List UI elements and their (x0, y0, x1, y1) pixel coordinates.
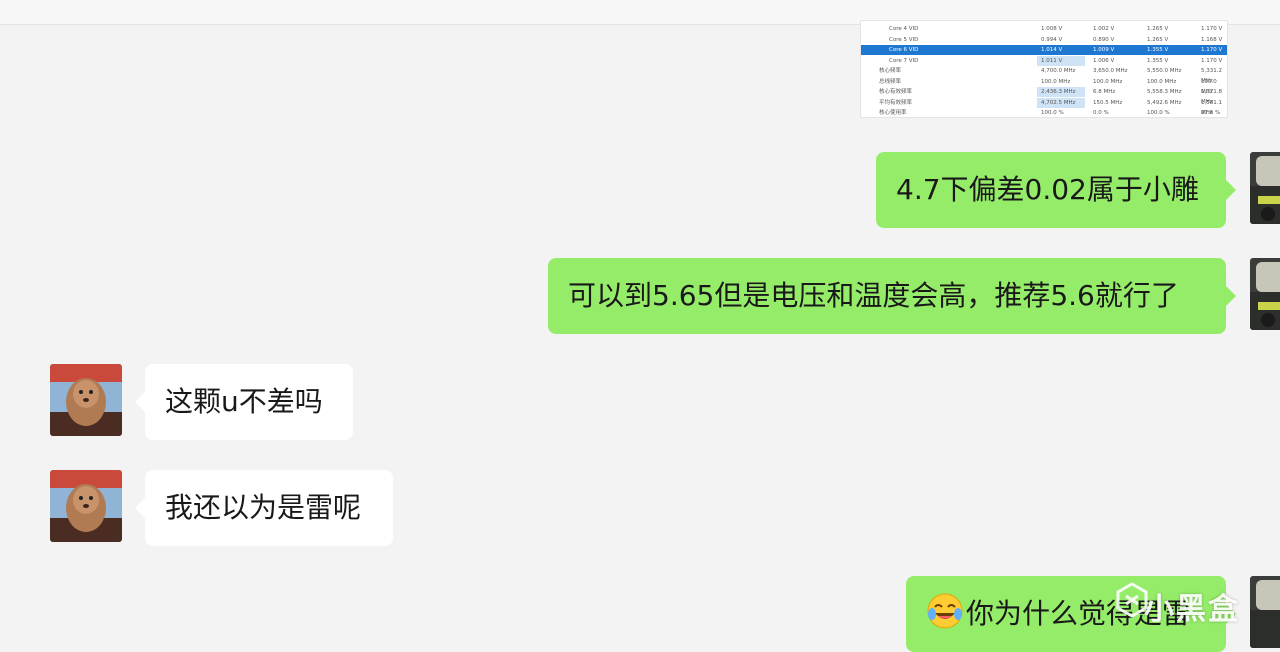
sensor-name: Core 6 VID (889, 47, 919, 53)
sensor-value: 1.002 V (1093, 26, 1115, 32)
sensor-value: 1.265 V (1147, 36, 1169, 43)
sensor-value: 0.890 V (1093, 36, 1115, 43)
sensor-row[interactable]: 总线频率 100.0 MHz 100.0 MHz 100.0 MHz 100.0 MHz (861, 77, 1227, 95)
sensor-value: 4,700.0 MHz (1041, 68, 1076, 74)
contact-avatar[interactable] (50, 364, 122, 436)
message-bubble-received[interactable]: 我还以为是雷呢 (135, 470, 393, 546)
sensor-value: 1.008 V (1041, 26, 1063, 32)
sensor-row[interactable]: Core 5 VID 0.994 V 0.890 V 1.265 V 1.168 V (861, 35, 1227, 45)
sensor-value: 1.355 V (1147, 47, 1169, 53)
sensor-row[interactable]: Core 7 VID 1.011 V 1.006 V 1.355 V 1.170 V (861, 55, 1227, 66)
sensor-value: 100.0 % (1147, 110, 1170, 116)
sensor-name: 核心频率 (879, 68, 902, 74)
sensor-value: 2,436.3 MHz (1041, 89, 1076, 95)
watermark-text: 小黑盒 (1144, 592, 1240, 627)
sensor-value: 100.0 MHz (1041, 78, 1071, 85)
sensor-value: 5,492.6 MHz (1147, 99, 1182, 106)
sensor-value: 1.168 V (1201, 36, 1223, 43)
hwinfo-screenshot-image[interactable]: Core 4 VID 1.008 V 1.002 V 1.265 V 1.170 V Co… (860, 20, 1228, 118)
sensor-value: 1.265 V (1147, 26, 1169, 32)
sensor-value: 4,702.5 MHz (1041, 99, 1076, 106)
sensor-value: 5,558.3 MHz (1147, 89, 1182, 95)
message-bubble-received[interactable]: 这颗u不差吗 (135, 364, 353, 440)
sensor-value: 1.355 V (1147, 57, 1169, 64)
self-avatar[interactable] (1250, 258, 1280, 330)
sensor-name: Core 5 VID (889, 36, 919, 43)
sensor-value: 100.0 MHz (1093, 78, 1123, 85)
sensor-row[interactable]: Core 4 VID 1.008 V 1.002 V 1.265 V 1.170 V (861, 24, 1227, 34)
sensor-row[interactable]: 核心使用率 100.0 % 0.0 % 100.0 % 27.6 % (861, 108, 1227, 117)
sensor-value: 5,550.0 MHz (1147, 68, 1182, 74)
sensor-value: 150.5 MHz (1093, 99, 1123, 106)
sensor-name: 平均有效频率 (879, 99, 913, 106)
sensor-value: 27.6 % (1201, 110, 1221, 116)
sensor-value: 100.0 % (1041, 110, 1064, 116)
sensor-value: 1.006 V (1093, 57, 1115, 64)
sensor-name: Core 4 VID (889, 26, 919, 32)
sensor-value: 1.170 V (1201, 47, 1223, 53)
sensor-value: 1.170 V (1201, 26, 1223, 32)
sensor-value: 0.0 % (1093, 110, 1109, 116)
sensor-value: 6.8 MHz (1093, 89, 1116, 95)
sensor-row[interactable]: 平均有效频率 4,702.5 MHz 150.5 MHz 5,492.6 MHz 1,5… (861, 97, 1227, 116)
sensor-name: Core 7 VID (889, 57, 919, 64)
sensor-value: 1.009 V (1093, 47, 1115, 53)
sensor-value: 0.994 V (1041, 36, 1063, 43)
sensor-value: 1.011 V (1041, 57, 1063, 64)
sensor-row[interactable]: Core 6 VID 1.014 V 1.009 V 1.355 V 1.170 V (861, 45, 1227, 55)
sensor-row[interactable]: 核心频率 4,700.0 MHz 3,650.0 MHz 5,550.0 MHz 5,3… (861, 66, 1227, 84)
message-bubble-sent[interactable]: 4.7下偏差0.02属于小雕 (876, 152, 1236, 228)
sensor-name: 总线频率 (879, 78, 902, 85)
joy-tears-emoji-icon (927, 593, 963, 629)
sensor-name: 核心使用率 (879, 110, 907, 116)
self-avatar[interactable] (1250, 576, 1280, 648)
sensor-value: 3,650.0 MHz (1093, 68, 1128, 74)
sensor-value: 1.170 V (1201, 57, 1223, 64)
self-avatar[interactable] (1250, 152, 1280, 224)
sensor-value: 100.0 MHz (1147, 78, 1177, 85)
sensor-value: 1.014 V (1041, 47, 1063, 53)
contact-avatar[interactable] (50, 470, 122, 542)
sensor-row[interactable]: 核心有效频率 2,436.3 MHz 6.8 MHz 5,558.3 MHz 1,371… (861, 87, 1227, 105)
message-bubble-sent[interactable]: 可以到5.65但是电压和温度会高，推荐5.6就行了 (548, 258, 1236, 334)
sensor-name: 核心有效频率 (879, 89, 913, 95)
